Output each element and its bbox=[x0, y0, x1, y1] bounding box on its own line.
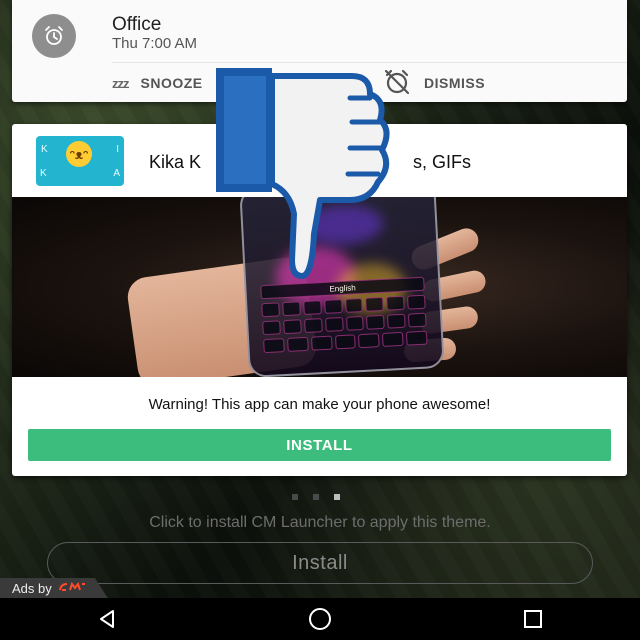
dismiss-button[interactable]: DISMISS bbox=[382, 69, 486, 96]
dismiss-label: DISMISS bbox=[424, 75, 486, 91]
ads-by-label: Ads by bbox=[12, 580, 52, 596]
thumbs-down-icon bbox=[210, 64, 390, 294]
page-dot bbox=[292, 494, 298, 500]
home-icon[interactable] bbox=[300, 599, 340, 639]
warning-text: Warning! This app can make your phone aw… bbox=[148, 396, 491, 413]
back-icon[interactable] bbox=[87, 599, 127, 639]
install-button[interactable]: INSTALL bbox=[28, 429, 611, 461]
keyboard-row bbox=[263, 330, 428, 354]
laughing-emoji-icon: ᵔᴥᵔ bbox=[66, 141, 92, 167]
app-title-end: s, GIFs bbox=[413, 152, 472, 172]
app-icon-letter: K bbox=[41, 144, 48, 155]
app-title-start: Kika K bbox=[149, 152, 202, 172]
app-icon: K I ᵔᴥᵔ K A bbox=[36, 136, 124, 186]
page-dot bbox=[313, 494, 319, 500]
alarm-time: Thu 7:00 AM bbox=[112, 35, 198, 52]
snooze-button[interactable]: zzz SNOOZE bbox=[112, 70, 203, 96]
snooze-icon: zzz bbox=[112, 75, 129, 91]
page-indicator bbox=[292, 494, 340, 500]
app-icon-letter: A bbox=[113, 168, 120, 179]
snooze-label: SNOOZE bbox=[140, 75, 203, 91]
alarm-divider bbox=[112, 62, 627, 63]
app-icon-letter: I bbox=[116, 144, 119, 155]
alarm-title: Office bbox=[112, 14, 162, 35]
cm-install-button[interactable]: Install bbox=[47, 542, 593, 584]
alarm-clock-icon bbox=[32, 14, 76, 58]
ads-by-badge[interactable]: Ads by bbox=[0, 578, 108, 598]
cm-logo-icon bbox=[58, 581, 86, 595]
page-dot-active bbox=[334, 494, 340, 500]
navigation-bar bbox=[0, 598, 640, 640]
cm-launcher-prompt: Click to install CM Launcher to apply th… bbox=[149, 514, 491, 531]
recents-icon[interactable] bbox=[513, 599, 553, 639]
app-icon-letter: K bbox=[40, 168, 47, 179]
